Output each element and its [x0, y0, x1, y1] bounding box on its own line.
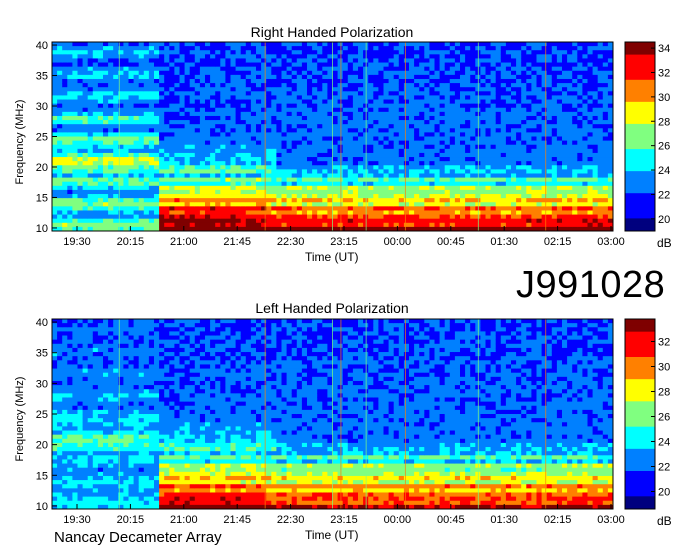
x-tick-label: 01:30	[490, 514, 518, 526]
y-tick-label: 10	[36, 223, 48, 235]
y-tick-label: 25	[36, 409, 48, 421]
colorbar-unit-label: dB	[657, 236, 672, 250]
colorbar-tick-label: 34	[658, 43, 670, 55]
colorbar: 20 22 24 26 28 30 32 dB	[624, 318, 672, 528]
colorbar-tick-label: 20	[658, 487, 670, 499]
x-tick-label: 20:15	[117, 514, 145, 526]
x-tick-label: 00:45	[437, 236, 465, 248]
x-tick-label: 02:15	[544, 236, 572, 248]
colorbar-tick-label: 30	[658, 92, 670, 104]
y-tick-label: 10	[36, 501, 48, 513]
x-tick-label: 00:00	[384, 514, 412, 526]
x-tick-label: 22:30	[277, 514, 305, 526]
y-tick-label: 15	[36, 470, 48, 482]
spectrogram-figure: 10 15 20 25 30 35 40 19:30 20:15 21:00 21:45 22:30 2…	[36, 40, 672, 528]
x-tick-label: 21:45	[223, 514, 251, 526]
x-tick-label: 20:15	[117, 236, 145, 248]
y-tick-label: 35	[36, 348, 48, 360]
x-tick-label: 00:00	[384, 236, 412, 248]
x-tick-label: 23:15	[330, 236, 358, 248]
colorbar: 20 22 24 26 28 30 32 34 dB	[624, 41, 672, 250]
spectrogram-panel-lhp: 10 15 20 25 30 35 40 19:30 20:15 21:00 21:45 22:30 2…	[36, 317, 672, 528]
y-tick-label: 25	[36, 132, 48, 144]
x-tick-label: 02:15	[544, 514, 572, 526]
x-tick-label: 01:30	[490, 236, 518, 248]
y-tick-label: 20	[36, 440, 48, 452]
y-tick-label: 40	[36, 40, 48, 52]
colorbar-tick-label: 32	[658, 67, 670, 79]
x-tick-label: 21:00	[170, 236, 198, 248]
x-tick-label: 21:00	[170, 514, 198, 526]
x-tick-label: 00:45	[437, 514, 465, 526]
x-tick-label: 19:30	[63, 514, 91, 526]
spectrogram-panel-rhp: 10 15 20 25 30 35 40 19:30 20:15 21:00 21:45 22:30 2…	[36, 40, 672, 250]
x-tick-label: 19:30	[63, 236, 91, 248]
x-tick-label: 03:00	[597, 236, 625, 248]
y-tick-label: 30	[36, 378, 48, 390]
colorbar-tick-label: 24	[658, 165, 670, 177]
y-tick-label: 35	[36, 71, 48, 83]
y-tick-label: 40	[36, 317, 48, 329]
colorbar-tick-label: 30	[658, 362, 670, 374]
y-tick-label: 30	[36, 101, 48, 113]
colorbar-tick-label: 26	[658, 141, 670, 153]
x-tick-label: 21:45	[223, 236, 251, 248]
x-tick-label: 23:15	[330, 514, 358, 526]
colorbar-tick-label: 20	[658, 214, 670, 226]
colorbar-tick-label: 28	[658, 387, 670, 399]
colorbar-tick-label: 26	[658, 412, 670, 424]
colorbar-tick-label: 24	[658, 437, 670, 449]
y-tick-label: 20	[36, 162, 48, 174]
colorbar-tick-label: 22	[658, 462, 670, 474]
colorbar-tick-label: 32	[658, 337, 670, 349]
colorbar-tick-label: 22	[658, 189, 670, 201]
x-tick-label: 03:00	[597, 514, 625, 526]
colorbar-tick-label: 28	[658, 116, 670, 128]
colorbar-unit-label: dB	[657, 514, 672, 528]
y-tick-label: 15	[36, 192, 48, 204]
x-tick-label: 22:30	[277, 236, 305, 248]
